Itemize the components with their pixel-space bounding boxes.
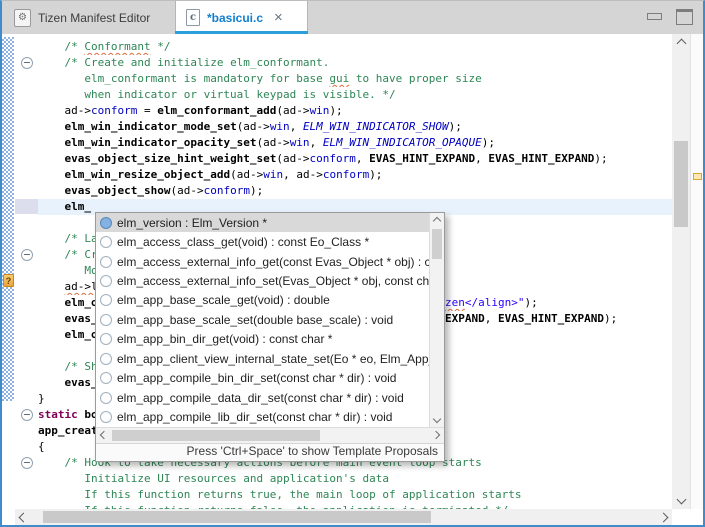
tab-label: Tizen Manifest Editor [38, 11, 150, 25]
proposal-label: elm_app_compile_lib_dir_set(const char *… [117, 410, 392, 424]
scroll-right-icon[interactable] [659, 513, 669, 523]
code-line: when indicator or virtual keypad is visi… [38, 87, 670, 103]
proposal-icon [100, 411, 112, 423]
overview-ruler[interactable] [690, 34, 703, 509]
code-line: If this function returns true, the main … [38, 487, 670, 503]
completion-item[interactable]: elm_version : Elm_Version * [96, 213, 429, 232]
popup-hscroll-thumb[interactable] [112, 430, 320, 441]
proposal-icon [100, 294, 112, 306]
view-controls [647, 9, 693, 25]
horizontal-scrollbar[interactable] [15, 509, 672, 525]
code-line: /* Conformant */ [38, 39, 670, 55]
completion-item[interactable]: elm_access_external_info_get(const Evas_… [96, 252, 429, 271]
completion-item[interactable]: elm_access_external_info_set(Evas_Object… [96, 271, 429, 290]
completion-item[interactable]: elm_app_compile_lib_dir_set(const char *… [96, 407, 429, 426]
proposal-icon [100, 217, 112, 229]
code-line: /* Create and initialize elm_conformant. [38, 55, 670, 71]
proposal-label: elm_app_client_view_internal_state_set(E… [117, 352, 429, 366]
completion-list: elm_version : Elm_Version * elm_access_cl… [96, 213, 444, 427]
editor-window: ⚙ Tizen Manifest Editor c *basicui.c × ?… [0, 0, 705, 527]
code-line: elm_win_resize_object_add(ad->win, ad->c… [38, 167, 670, 183]
completion-item[interactable]: elm_access_class_get(void) : const Eo_Cl… [96, 232, 429, 251]
code-line: evas_object_show(ad->conform); [38, 183, 670, 199]
completion-item[interactable]: elm_app_compile_bin_dir_set(const char *… [96, 369, 429, 388]
scroll-down-icon[interactable] [677, 495, 687, 505]
proposal-icon [100, 372, 112, 384]
popup-horizontal-scrollbar[interactable] [96, 427, 444, 443]
completion-item[interactable]: elm_app_base_scale_set(double base_scale… [96, 310, 429, 329]
proposal-label: elm_app_base_scale_get(void) : double [117, 293, 330, 307]
popup-vertical-scrollbar[interactable] [429, 213, 444, 427]
proposal-icon [100, 236, 112, 248]
completion-item[interactable]: elm_app_compile_data_dir_set(const char … [96, 388, 429, 407]
close-icon[interactable]: × [274, 10, 283, 25]
tab-tizen-manifest-editor[interactable]: ⚙ Tizen Manifest Editor [4, 1, 164, 34]
proposal-label: elm_access_class_get(void) : const Eo_Cl… [117, 235, 369, 249]
vertical-scrollbar[interactable] [672, 34, 690, 509]
tab-bar: ⚙ Tizen Manifest Editor c *basicui.c × [2, 1, 703, 35]
proposal-label: elm_access_external_info_set(Evas_Object… [117, 274, 429, 288]
scroll-left-icon[interactable] [19, 513, 29, 523]
manifest-editor-icon: ⚙ [14, 9, 31, 27]
minimize-view-button[interactable] [647, 13, 662, 20]
completion-item[interactable]: elm_app_client_view_internal_state_set(E… [96, 349, 429, 368]
maximize-view-button[interactable] [676, 9, 693, 25]
tab-label: *basicui.c [207, 11, 263, 25]
popup-scroll-up-icon[interactable] [433, 217, 441, 225]
proposal-icon [100, 333, 112, 345]
code-line: Initialize UI resources and application'… [38, 471, 670, 487]
popup-vscroll-thumb[interactable] [432, 229, 442, 259]
proposal-icon [100, 392, 112, 404]
completion-popup: elm_version : Elm_Version * elm_access_cl… [95, 212, 445, 462]
overview-annotation-marker[interactable] [693, 173, 702, 180]
completion-item[interactable]: elm_app_bin_dir_get(void) : const char * [96, 330, 429, 349]
proposal-icon [100, 275, 112, 287]
proposal-label: elm_app_base_scale_set(double base_scale… [117, 313, 393, 327]
code-line: evas_object_size_hint_weight_set(ad->con… [38, 151, 670, 167]
proposal-icon [100, 314, 112, 326]
proposal-label: elm_version : Elm_Version * [117, 216, 267, 230]
vertical-scrollbar-thumb[interactable] [674, 141, 688, 227]
completion-status: Press 'Ctrl+Space' to show Template Prop… [96, 443, 444, 461]
proposal-label: elm_app_compile_data_dir_set(const char … [117, 391, 404, 405]
proposal-icon [100, 353, 112, 365]
popup-scroll-right-icon[interactable] [432, 431, 440, 439]
c-file-icon: c [186, 9, 200, 26]
proposal-label: elm_app_compile_bin_dir_set(const char *… [117, 371, 396, 385]
code-line: ad->conform = elm_conformant_add(ad->win… [38, 103, 670, 119]
tab-basicui[interactable]: c *basicui.c × [175, 1, 308, 34]
code-line: elm_conformant is mandatory for base gui… [38, 71, 670, 87]
code-line: elm_win_indicator_mode_set(ad->win, ELM_… [38, 119, 670, 135]
horizontal-scrollbar-thumb[interactable] [43, 511, 431, 523]
popup-scroll-down-icon[interactable] [433, 415, 441, 423]
code-line: elm_win_indicator_opacity_set(ad->win, E… [38, 135, 670, 151]
popup-scroll-left-icon[interactable] [100, 431, 108, 439]
scroll-up-icon[interactable] [677, 39, 687, 49]
proposal-label: elm_app_bin_dir_get(void) : const char * [117, 332, 332, 346]
completion-item[interactable]: elm_app_base_scale_get(void) : double [96, 291, 429, 310]
proposal-icon [100, 256, 112, 268]
proposal-label: elm_access_external_info_get(const Evas_… [117, 255, 429, 269]
